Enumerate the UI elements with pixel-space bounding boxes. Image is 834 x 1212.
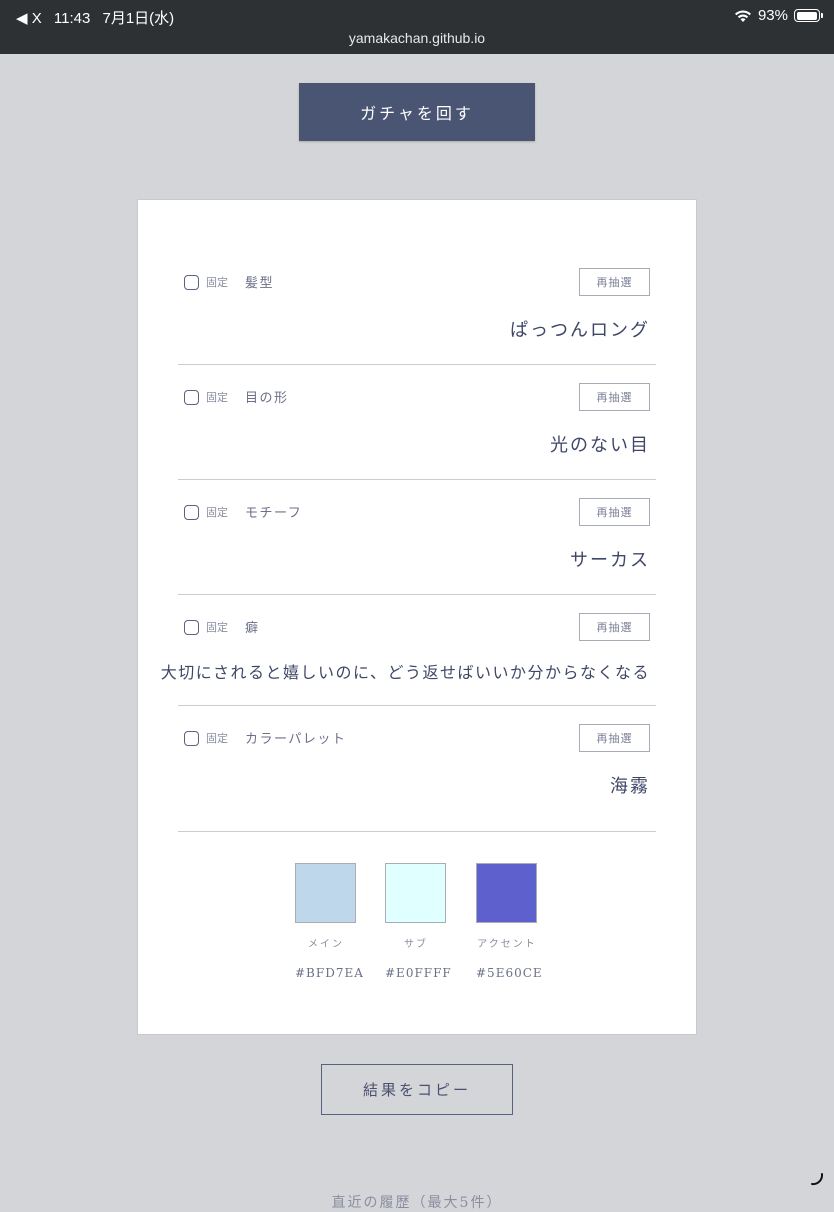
wifi-icon	[734, 9, 751, 22]
fix-checkbox[interactable]	[184, 275, 199, 290]
fix-checkbox[interactable]	[184, 390, 199, 405]
result-row-eye-shape: 固定 目の形 再抽選 光のない目	[178, 383, 656, 480]
swatch-hex: #BFD7EA	[295, 966, 364, 980]
spin-gacha-button[interactable]: ガチャを回す	[299, 83, 535, 141]
result-value: 海霧	[610, 776, 650, 797]
result-value: サーカス	[570, 550, 650, 571]
category-label: 目の形	[245, 391, 289, 406]
copy-result-button[interactable]: 結果をコピー	[321, 1064, 513, 1115]
color-swatch	[385, 863, 446, 923]
reroll-button[interactable]: 再抽選	[579, 724, 650, 752]
category-label: モチーフ	[245, 506, 303, 521]
result-row-hairstyle: 固定 髪型 再抽選 ぱっつんロング	[178, 268, 656, 365]
reroll-button[interactable]: 再抽選	[579, 613, 650, 641]
result-card: 固定 髪型 再抽選 ぱっつんロング 固定 目の形 再抽選 光のない目 固定 モチ…	[137, 199, 697, 1035]
swatch-hex: #5E60CE	[476, 966, 543, 980]
fix-label: 固定	[206, 506, 228, 519]
swatch-sub: サブ #E0FFFF	[385, 863, 452, 980]
category-label: カラーパレット	[245, 732, 347, 747]
status-date: 7月1日(水)	[102, 10, 175, 27]
result-row-color-palette: 固定 カラーパレット 再抽選 海霧	[178, 724, 656, 832]
color-swatch	[476, 863, 537, 923]
swatch-name: サブ	[404, 939, 428, 950]
battery-percent: 93%	[757, 7, 788, 24]
fix-checkbox[interactable]	[184, 620, 199, 635]
color-swatch	[295, 863, 356, 923]
fix-checkbox[interactable]	[184, 505, 199, 520]
category-label: 髪型	[245, 276, 275, 291]
result-value: 光のない目	[550, 435, 650, 456]
reroll-button[interactable]: 再抽選	[579, 268, 650, 296]
fix-label: 固定	[206, 621, 228, 634]
result-value: 大切にされると嬉しいのに、どう返せばいいか分からなくなる	[160, 663, 650, 682]
fix-label: 固定	[206, 391, 228, 404]
result-row-habit: 固定 癖 再抽選 大切にされると嬉しいのに、どう返せばいいか分からなくなる	[161, 613, 656, 706]
swatch-hex: #E0FFFF	[385, 966, 452, 980]
swatch-name: メイン	[308, 939, 344, 950]
fix-label: 固定	[206, 732, 228, 745]
loading-spinner-icon	[811, 1173, 824, 1186]
fix-label: 固定	[206, 276, 228, 289]
swatch-main: メイン #BFD7EA	[295, 863, 364, 980]
reroll-button[interactable]: 再抽選	[579, 383, 650, 411]
status-left: ◀ X 11:43 7月1日(水)	[16, 7, 182, 28]
result-value: ぱっつんロング	[510, 320, 650, 341]
status-bar: ◀ X 11:43 7月1日(水) 93% yamakachan.github.…	[0, 0, 834, 54]
fix-checkbox[interactable]	[184, 731, 199, 746]
status-time: 11:43	[53, 10, 91, 27]
url-bar[interactable]: yamakachan.github.io	[0, 30, 834, 46]
back-to-app-link[interactable]: ◀ X	[16, 10, 42, 27]
swatch-accent: アクセント #5E60CE	[476, 863, 543, 980]
result-row-motif: 固定 モチーフ 再抽選 サーカス	[178, 498, 656, 595]
swatch-name: アクセント	[477, 939, 537, 950]
status-right: 93%	[734, 7, 823, 24]
battery-icon	[794, 9, 823, 22]
category-label: 癖	[245, 621, 260, 636]
history-heading: 直近の履歴（最大5件）	[331, 1195, 503, 1211]
reroll-button[interactable]: 再抽選	[579, 498, 650, 526]
